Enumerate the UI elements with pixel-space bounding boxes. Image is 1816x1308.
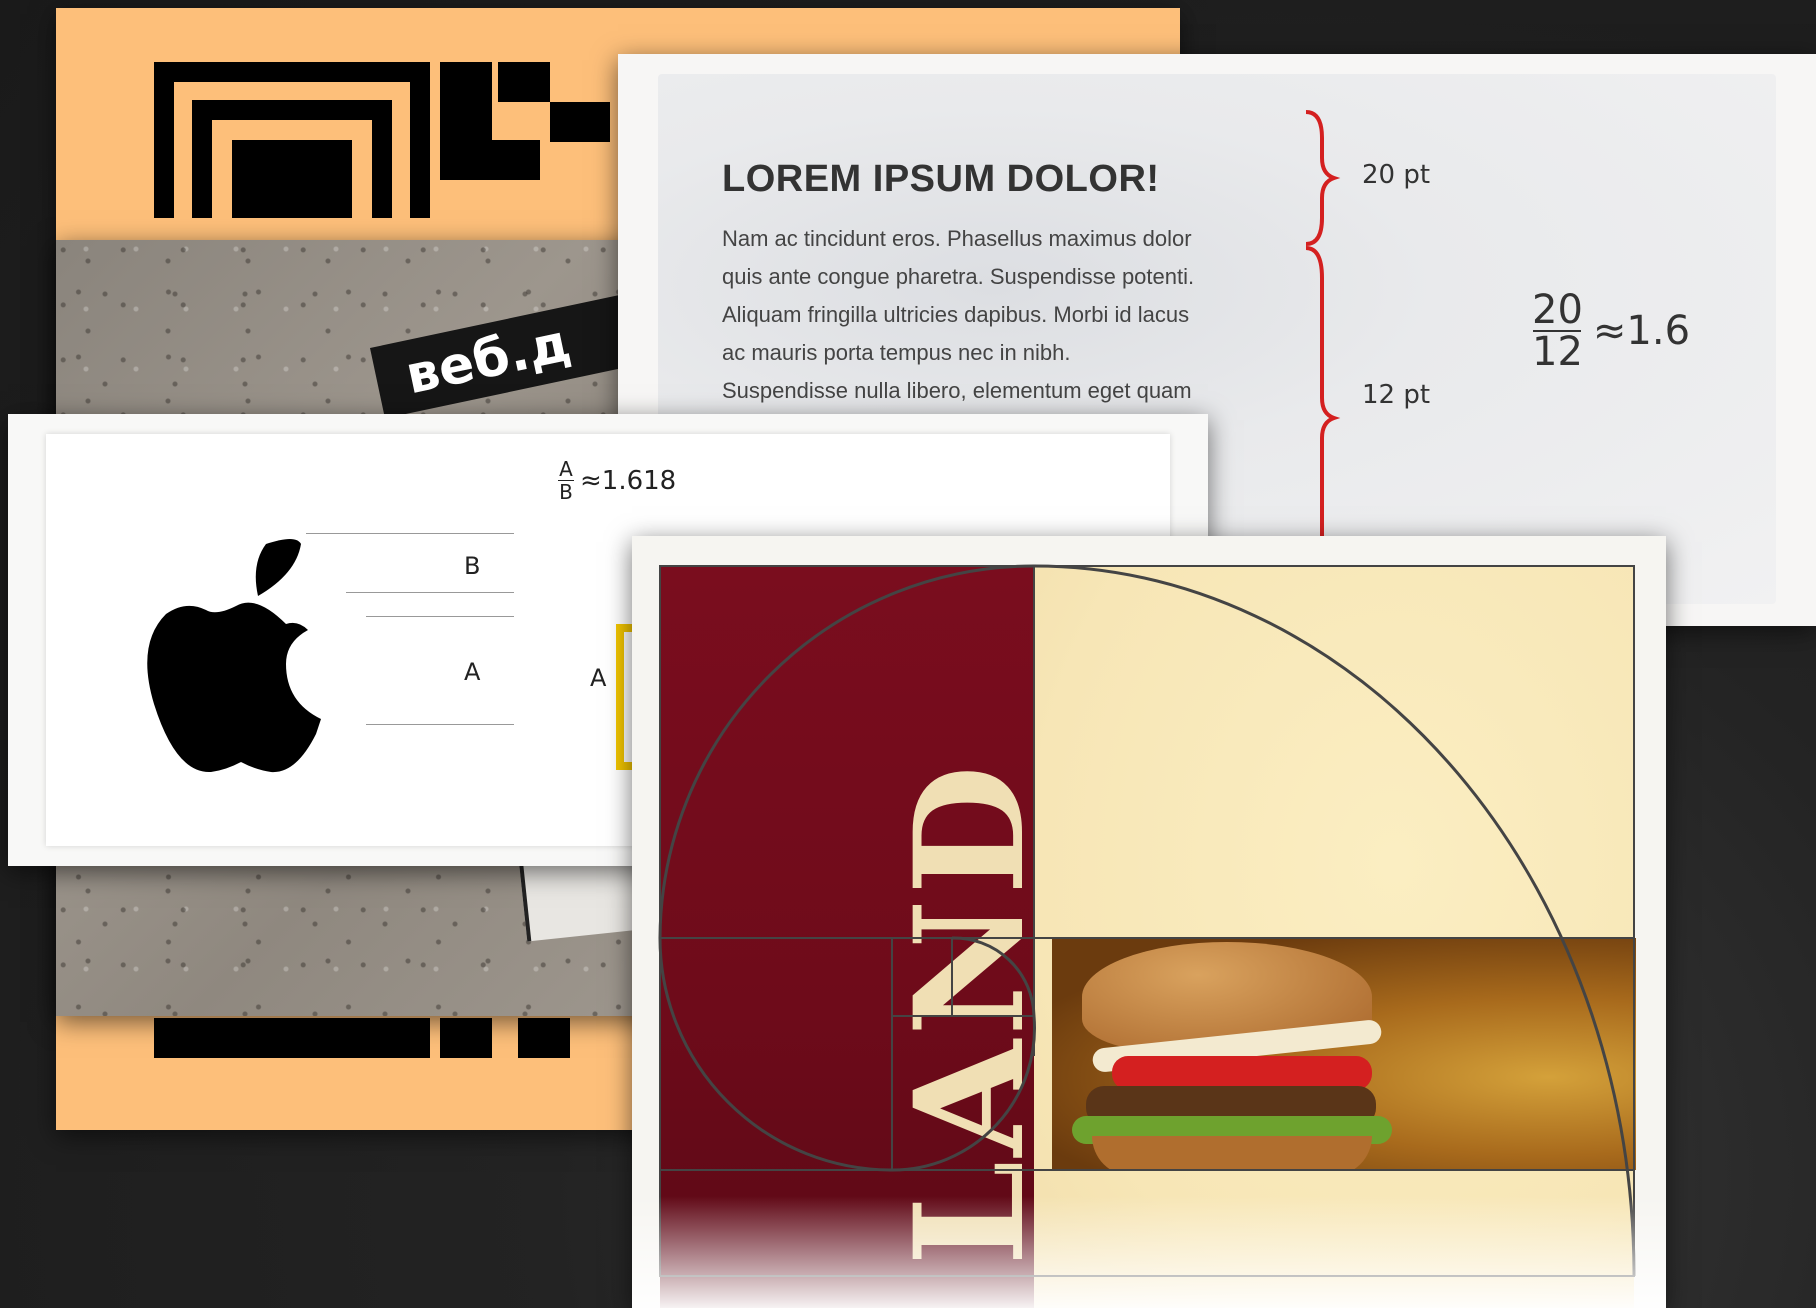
label-a: A <box>464 658 481 686</box>
ratio-denominator: 12 <box>1532 329 1583 375</box>
label-a-second: A <box>590 664 607 692</box>
article-title: LOREM IPSUM DOLOR! <box>722 158 1160 200</box>
article-line: Nam ac tincidunt eros. Phasellus maximus… <box>722 226 1192 251</box>
qr-module <box>440 62 492 140</box>
article-line: quis ante congue pharetra. Suspendisse p… <box>722 264 1195 289</box>
label-b: B <box>464 552 481 580</box>
article-line: Suspendisse nulla libero, elementum eget… <box>722 378 1192 403</box>
heading-size-label: 20 pt <box>1362 160 1431 190</box>
ratio-numerator: 20 <box>1532 287 1583 333</box>
ratio-value: ≈1.618 <box>580 465 677 496</box>
ratio-formula: 20 12 ≈1.6 <box>1532 290 1690 372</box>
golden-spiral-overlay <box>658 564 1636 1277</box>
qr-finder-block-bottom <box>154 1018 430 1058</box>
brace-icon <box>1305 110 1341 608</box>
burger-layout-card: LAND <box>632 536 1666 1308</box>
article-line: Aliquam fringilla ultricies dapibus. Mor… <box>722 302 1190 327</box>
article-line: ac mauris porta tempus nec in nibh. <box>722 340 1071 365</box>
ratio-value: ≈1.6 <box>1592 308 1691 354</box>
ratio-formula: A B ≈1.618 <box>558 457 677 504</box>
apple-logo-icon <box>147 539 321 773</box>
body-size-label: 12 pt <box>1362 380 1431 410</box>
